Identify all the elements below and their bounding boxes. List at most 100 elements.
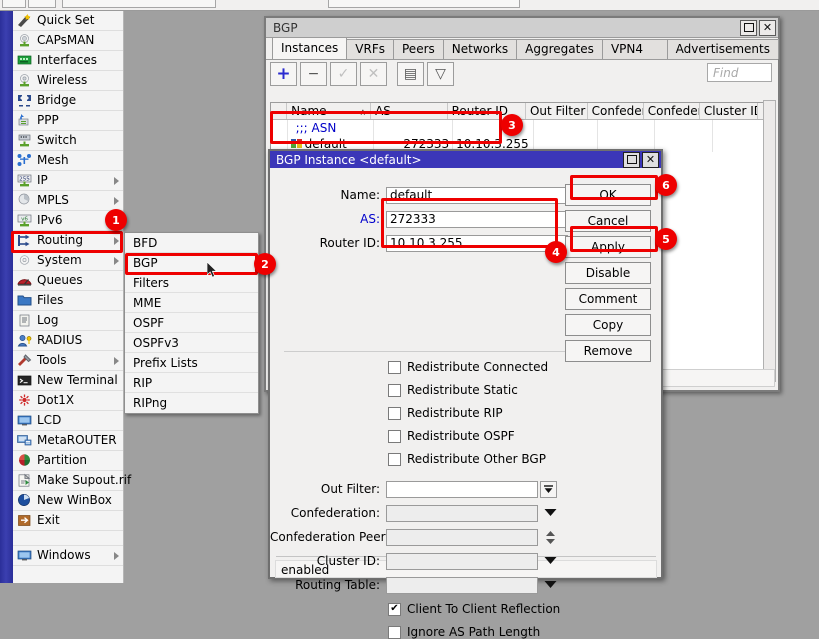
sidebar-item-windows[interactable]: Windows: [13, 546, 123, 566]
table-vertical-scrollbar[interactable]: [763, 100, 776, 382]
sidebar-item-new-terminal[interactable]: New Terminal: [13, 371, 123, 391]
checkbox-row[interactable]: ✔Client To Client Reflection: [388, 602, 560, 616]
sidebar-item-tools[interactable]: Tools: [13, 351, 123, 371]
sidebar-item-label: Switch: [37, 134, 77, 147]
add-button[interactable]: +: [270, 62, 297, 86]
disable-button[interactable]: Disable: [565, 262, 651, 284]
checkbox-row[interactable]: Redistribute RIP: [388, 406, 503, 420]
flyout-item-rip[interactable]: RIP: [125, 373, 258, 393]
checkbox-label: Redistribute Other BGP: [407, 452, 546, 466]
chevron-right-icon: [114, 257, 119, 265]
tab-aggregates[interactable]: Aggregates: [516, 39, 603, 59]
chevron-down-icon[interactable]: [544, 578, 557, 592]
cell-confed2: [655, 120, 713, 136]
tab-vrfs[interactable]: VRFs: [346, 39, 394, 59]
sidebar-item-quick-set[interactable]: Quick Set: [13, 11, 123, 31]
maximize-icon[interactable]: [740, 20, 757, 36]
sidebar-item-mpls[interactable]: MPLS: [13, 191, 123, 211]
dot1x-icon: [16, 393, 33, 408]
toolbar-button-2[interactable]: [28, 0, 56, 8]
close-icon[interactable]: ✕: [759, 20, 776, 36]
checkbox-row[interactable]: Redistribute Static: [388, 383, 518, 397]
comment-button[interactable]: ▤: [397, 62, 424, 86]
chevron-down-icon[interactable]: [544, 506, 557, 520]
sidebar-item-new-winbox[interactable]: New WinBox: [13, 491, 123, 511]
checkbox-icon[interactable]: [388, 430, 401, 443]
flyout-item-ospfv3[interactable]: OSPFv3: [125, 333, 258, 353]
comment-button[interactable]: Comment: [565, 288, 651, 310]
sidebar-item-interfaces[interactable]: Interfaces: [13, 51, 123, 71]
column-header-confeder[interactable]: Confeder...: [588, 103, 644, 119]
sidebar-item-capsman[interactable]: CAPsMAN: [13, 31, 123, 51]
checkbox-row[interactable]: Ignore AS Path Length: [388, 625, 540, 639]
tab-peers[interactable]: Peers: [393, 39, 444, 59]
tab-vpn4-routes[interactable]: VPN4 Routes: [602, 39, 668, 59]
dialog-close-icon[interactable]: ✕: [642, 152, 659, 168]
sidebar-item-mesh[interactable]: Mesh: [13, 151, 123, 171]
dialog-titlebar[interactable]: BGP Instance <default> ✕: [270, 151, 661, 168]
column-header-cluster-id[interactable]: Cluster ID: [700, 103, 758, 119]
checkbox-row[interactable]: Redistribute Other BGP: [388, 452, 546, 466]
spinner-updown-icon[interactable]: [544, 529, 557, 546]
dropdown-row: Cluster ID:: [270, 552, 557, 570]
sidebar-item-partition[interactable]: Partition: [13, 451, 123, 471]
dropdown-expand-button[interactable]: [540, 481, 557, 498]
checkbox-icon[interactable]: ✔: [388, 603, 401, 616]
sidebar-item-label: IP: [37, 174, 48, 187]
sidebar-item-radius[interactable]: RADIUS: [13, 331, 123, 351]
tab-instances[interactable]: Instances: [272, 37, 347, 59]
sidebar-item-log[interactable]: Log: [13, 311, 123, 331]
flyout-item-mme[interactable]: MME: [125, 293, 258, 313]
sidebar-item-bridge[interactable]: Bridge: [13, 91, 123, 111]
checkbox-row[interactable]: Redistribute Connected: [388, 360, 548, 374]
chevron-down-icon[interactable]: [544, 554, 557, 568]
sidebar-item-queues[interactable]: Queues: [13, 271, 123, 291]
checkbox-row[interactable]: Redistribute OSPF: [388, 429, 515, 443]
flyout-item-ripng[interactable]: RIPng: [125, 393, 258, 413]
dropdown-value[interactable]: [386, 529, 538, 546]
terminal-icon: [16, 373, 33, 388]
dropdown-value[interactable]: [386, 553, 538, 570]
highlight-instance-rows: [270, 111, 502, 144]
dropdown-value[interactable]: [386, 481, 538, 498]
sidebar-item-lcd[interactable]: LCD: [13, 411, 123, 431]
checkbox-icon[interactable]: [388, 626, 401, 639]
column-header-out-filter[interactable]: Out Filter: [526, 103, 588, 119]
bgp-window-titlebar[interactable]: BGP ✕: [266, 18, 778, 38]
remove-button[interactable]: −: [300, 62, 327, 86]
checkbox-icon[interactable]: [388, 453, 401, 466]
sidebar-item-ppp[interactable]: PPP: [13, 111, 123, 131]
sidebar-item-system[interactable]: System: [13, 251, 123, 271]
toolbar-address-field[interactable]: [62, 0, 216, 8]
find-input[interactable]: Find: [707, 63, 772, 82]
sidebar-item-switch[interactable]: Switch: [13, 131, 123, 151]
sidebar-item-exit[interactable]: Exit: [13, 511, 123, 531]
mesh-icon: [16, 153, 33, 168]
windows-icon: [16, 548, 33, 563]
remove-button[interactable]: Remove: [565, 340, 651, 362]
flyout-item-prefix-lists[interactable]: Prefix Lists: [125, 353, 258, 373]
flyout-item-ospf[interactable]: OSPF: [125, 313, 258, 333]
sidebar-item-make-supout-rif[interactable]: Make Supout.rif: [13, 471, 123, 491]
tab-networks[interactable]: Networks: [443, 39, 517, 59]
dialog-maximize-icon[interactable]: [623, 152, 640, 168]
sidebar-item-files[interactable]: Files: [13, 291, 123, 311]
dropdown-value[interactable]: [386, 505, 538, 522]
queues-icon: [16, 273, 33, 288]
sidebar-item-metarouter[interactable]: MetaROUTER: [13, 431, 123, 451]
dropdown-value[interactable]: [386, 577, 538, 594]
tab-advertisements[interactable]: Advertisements: [667, 39, 779, 59]
flyout-item-filters[interactable]: Filters: [125, 273, 258, 293]
sidebar-item-dot1x[interactable]: Dot1X: [13, 391, 123, 411]
checkbox-icon[interactable]: [388, 407, 401, 420]
sidebar-item-ip[interactable]: 255IP: [13, 171, 123, 191]
checkbox-icon[interactable]: [388, 384, 401, 397]
copy-button[interactable]: Copy: [565, 314, 651, 336]
filter-button[interactable]: ▽: [427, 62, 454, 86]
toolbar-button-1[interactable]: [2, 0, 26, 8]
sidebar-item-wireless[interactable]: Wireless: [13, 71, 123, 91]
flyout-item-bfd[interactable]: BFD: [125, 233, 258, 253]
toolbar-secondary-field[interactable]: [328, 0, 520, 8]
column-header-confeder[interactable]: Confeder...: [644, 103, 700, 119]
checkbox-icon[interactable]: [388, 361, 401, 374]
